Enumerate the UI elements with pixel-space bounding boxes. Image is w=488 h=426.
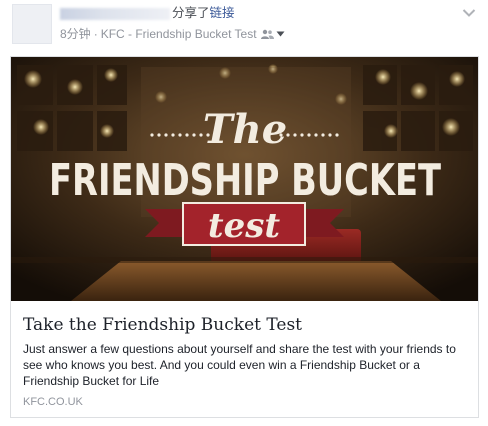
story-meta: 8分钟 · KFC - Friendship Bucket Test bbox=[60, 26, 285, 42]
meta-separator: · bbox=[93, 27, 98, 41]
source-link[interactable]: KFC - Friendship Bucket Test bbox=[101, 26, 257, 42]
chevron-down-icon[interactable] bbox=[462, 8, 476, 18]
friends-icon bbox=[260, 29, 274, 39]
image-ribbon-text: test bbox=[208, 206, 280, 246]
story-action-text: 分享了 bbox=[172, 6, 210, 20]
link-card-image[interactable]: The FRIENDSHIP BUCKET test bbox=[11, 57, 478, 301]
author-name-blurred[interactable] bbox=[60, 7, 170, 20]
feed-story: 分享了链接 8分钟 · KFC - Friendship Bucket Test bbox=[0, 0, 488, 426]
image-text-the: The bbox=[203, 106, 287, 153]
image-headline: FRIENDSHIP BUCKET bbox=[49, 155, 441, 206]
triangle-down-icon bbox=[276, 31, 285, 37]
audience-selector[interactable] bbox=[260, 29, 285, 39]
link-title[interactable]: Take the Friendship Bucket Test bbox=[23, 314, 302, 336]
link-card[interactable]: The FRIENDSHIP BUCKET test Take the Frie… bbox=[10, 56, 479, 418]
avatar[interactable] bbox=[12, 4, 52, 44]
link-description: Just answer a few questions about yourse… bbox=[23, 342, 456, 388]
story-action-link[interactable]: 链接 bbox=[210, 6, 235, 20]
post-timestamp[interactable]: 8分钟 bbox=[60, 26, 91, 42]
story-header: 分享了链接 bbox=[60, 5, 235, 21]
link-domain: KFC.CO.UK bbox=[23, 396, 83, 408]
